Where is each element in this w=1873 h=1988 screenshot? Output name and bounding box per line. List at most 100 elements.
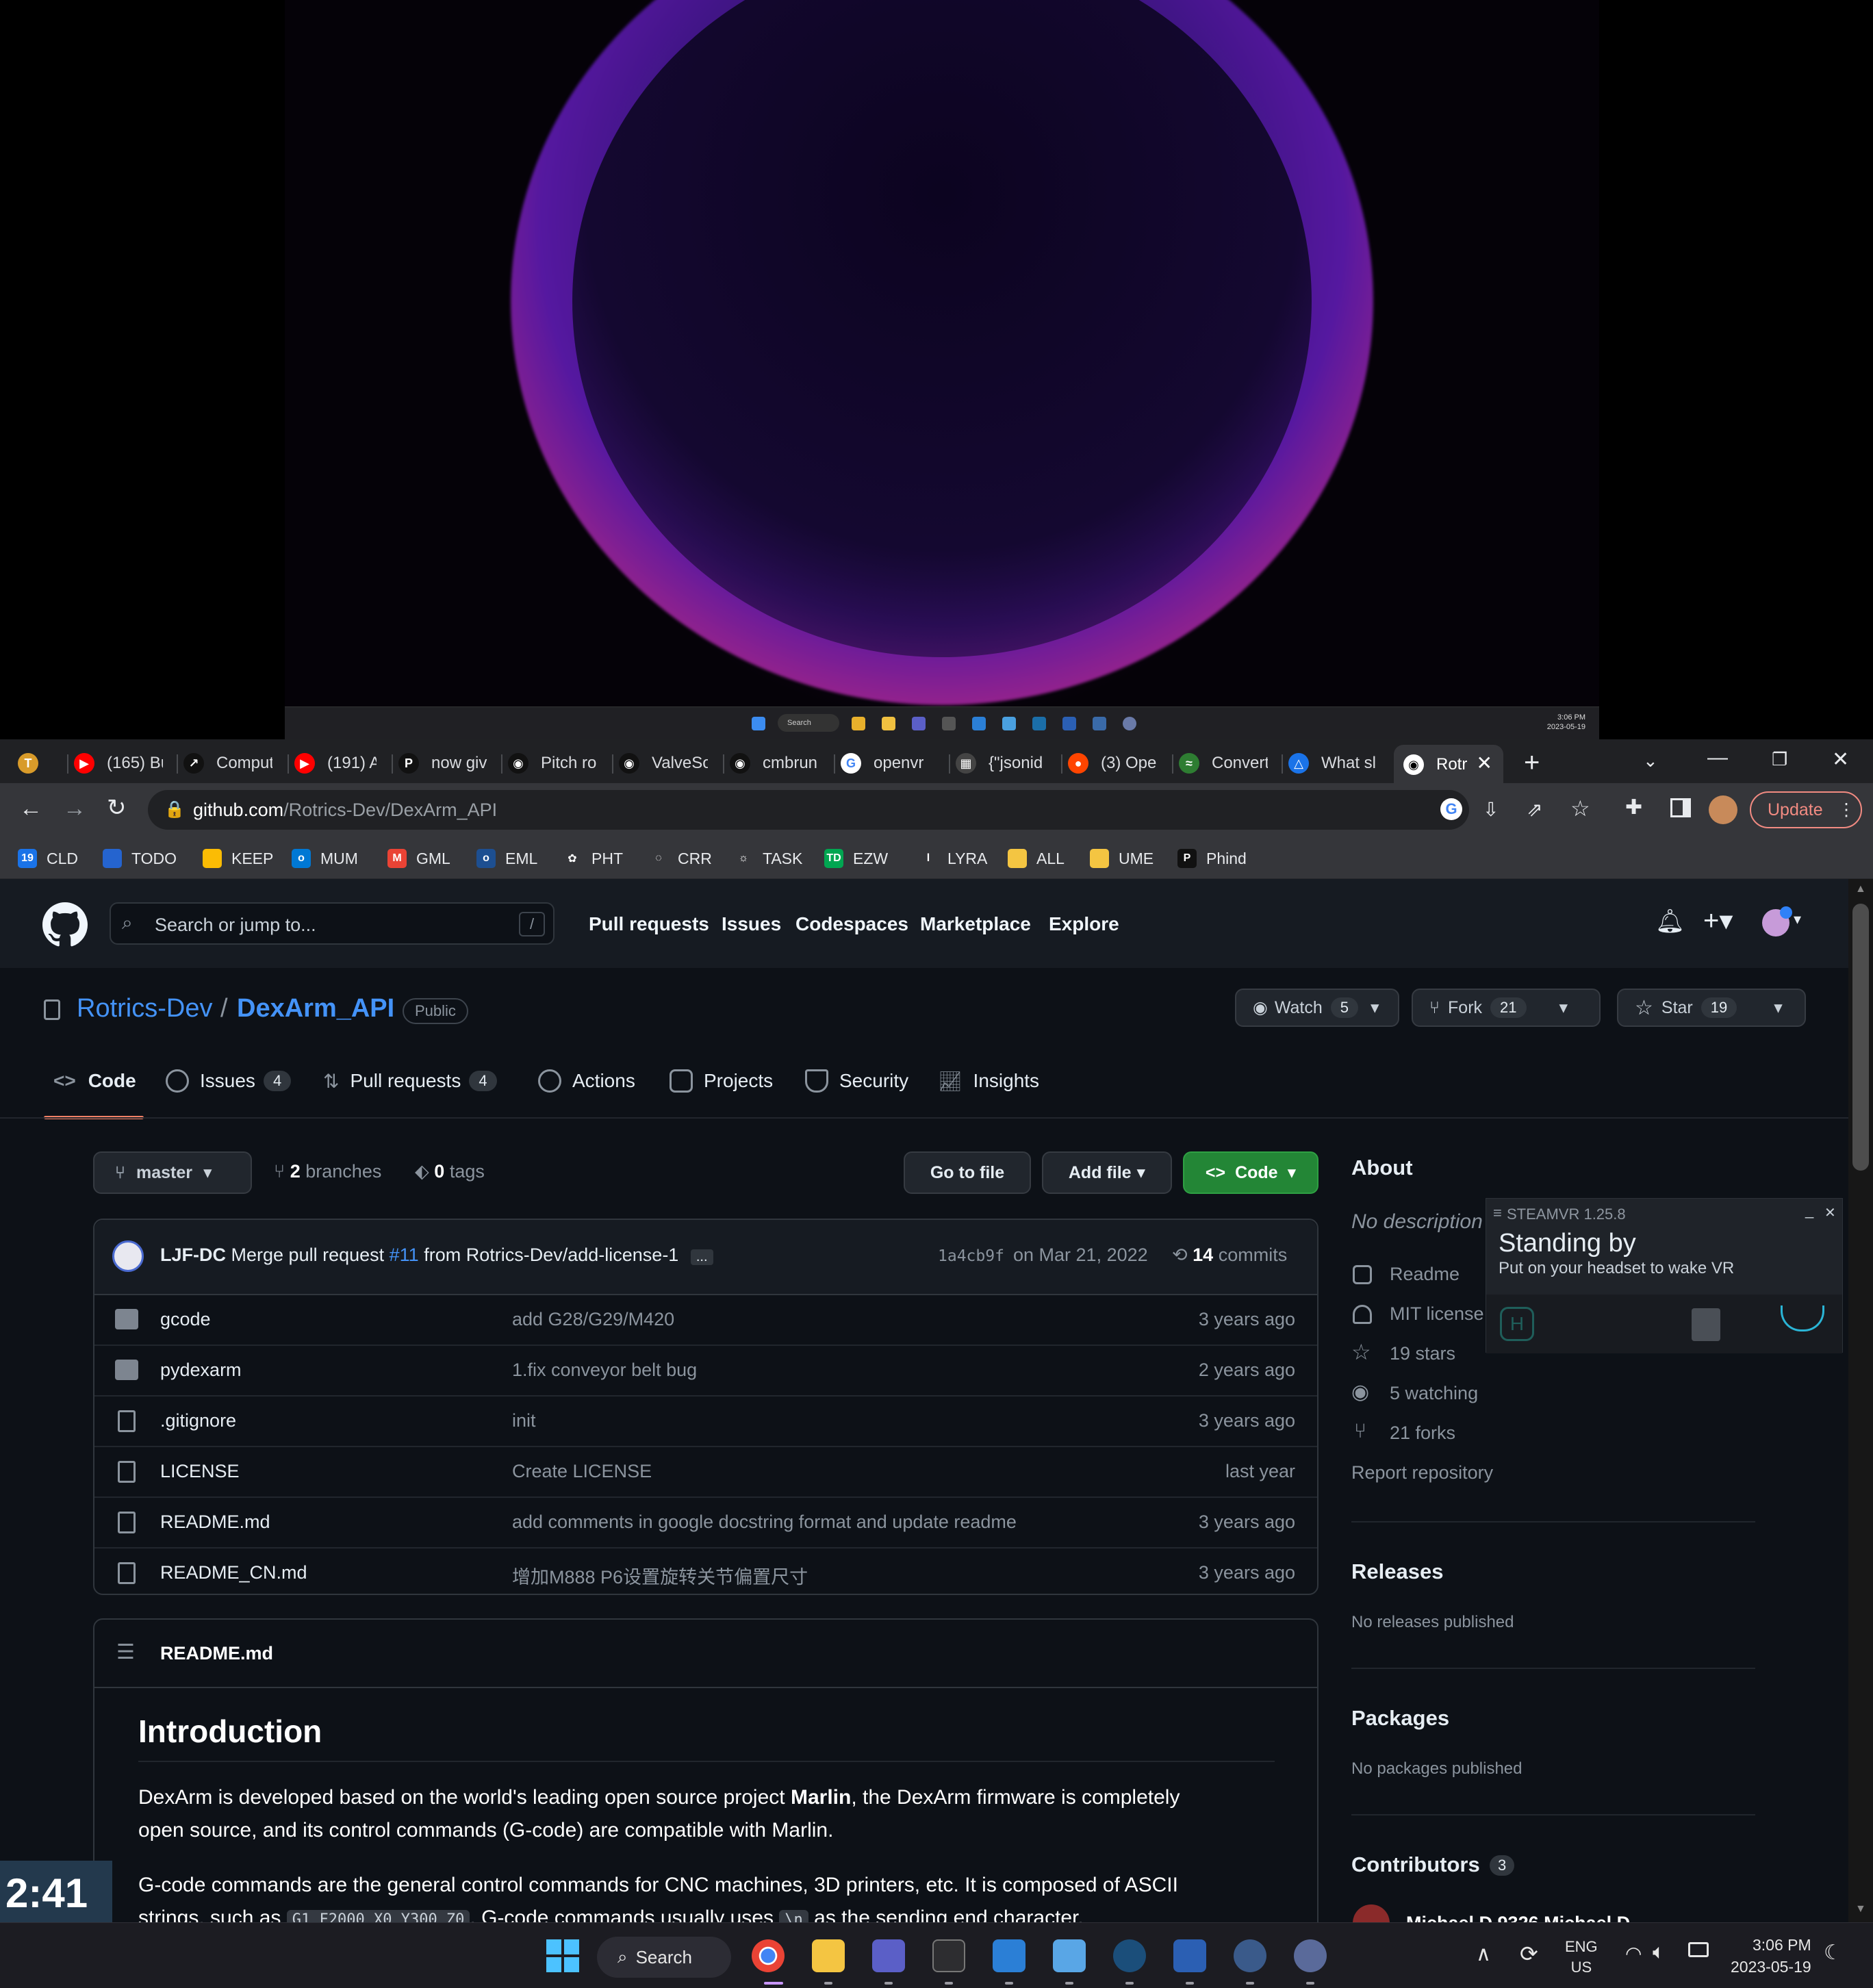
sync-icon[interactable]: ⟳ (1520, 1941, 1538, 1967)
tab-pull-requests[interactable]: ⇅ Pull requests 4 (323, 1065, 497, 1097)
share-icon[interactable]: ⇗ (1527, 798, 1542, 821)
tab-issues[interactable]: Issues 4 (166, 1065, 292, 1097)
file-name[interactable]: .gitignore (160, 1410, 236, 1431)
about-stars-link[interactable]: 19 stars (1390, 1343, 1455, 1364)
address-bar[interactable]: 🔒 github.com/Rotrics-Dev/DexArm_API G (148, 790, 1469, 830)
browser-tab[interactable]: Pnow giv (398, 746, 487, 780)
browser-tab[interactable]: ◉ ValveSo (619, 746, 708, 780)
tab-actions[interactable]: Actions (538, 1065, 635, 1097)
browser-tab[interactable]: ↗ Comput (183, 746, 272, 780)
file-commit-message[interactable]: init (512, 1410, 536, 1431)
tab-search-chevron-icon[interactable]: ⌄ (1643, 750, 1658, 772)
file-row[interactable]: .gitignore init 3 years ago (94, 1397, 1317, 1447)
restore-icon[interactable]: ❐ (1772, 749, 1787, 770)
star-button[interactable]: ☆ Star 19 ▾ (1617, 989, 1806, 1027)
commit-msg-post[interactable]: from Rotrics-Dev/add-license-1 (424, 1245, 678, 1265)
file-name[interactable]: pydexarm (160, 1360, 242, 1381)
create-new-plus-icon[interactable]: +▾ (1703, 905, 1733, 936)
file-name[interactable]: README_CN.md (160, 1562, 307, 1583)
settings-gear-icon[interactable] (1234, 1939, 1266, 1972)
battery-icon[interactable] (1688, 1942, 1709, 1957)
tags-link[interactable]: ⬖ 0 tags (415, 1161, 485, 1182)
browser-tab[interactable]: ● (3) Ope (1068, 746, 1157, 780)
language-indicator[interactable]: ENG US (1565, 1937, 1598, 1978)
commit-author-avatar[interactable] (112, 1240, 144, 1272)
file-row[interactable]: LICENSE Create LICENSE last year (94, 1447, 1317, 1498)
file-commit-message[interactable]: add G28/G29/M420 (512, 1309, 674, 1330)
steamvr-status-window[interactable]: ≡ STEAMVR 1.25.8 _ ✕ Standing by Put on … (1486, 1198, 1843, 1353)
bookmark-item[interactable]: KEEP (203, 845, 273, 872)
back-arrow-icon[interactable]: ← (19, 795, 42, 822)
bookmark-item[interactable]: M GML (387, 845, 450, 872)
browser-tab[interactable]: T (18, 746, 52, 780)
outline-list-icon[interactable]: ☰ (116, 1640, 135, 1664)
install-app-icon[interactable]: ⇩ (1483, 798, 1499, 821)
tab-code[interactable]: <> Code (53, 1065, 136, 1097)
bookmark-item[interactable]: TODO (103, 845, 177, 872)
scroll-up-icon[interactable]: ▲ (1855, 883, 1866, 895)
volume-icon[interactable]: 🔈︎ (1653, 1941, 1665, 1964)
notepad-icon[interactable] (1053, 1939, 1086, 1972)
google-lens-icon[interactable]: G (1440, 798, 1462, 820)
bookmark-item[interactable]: 19 CLD (18, 845, 78, 872)
contributor-avatar[interactable] (1353, 1904, 1390, 1922)
readme-filename[interactable]: README.md (160, 1643, 273, 1664)
bookmark-item[interactable]: ✿ PHT (563, 845, 623, 872)
bookmark-item[interactable]: P Phind (1177, 845, 1247, 872)
browser-tab[interactable]: ◉ Pitch ro (508, 746, 597, 780)
minimize-icon[interactable]: — (1707, 746, 1728, 769)
steamvr-close-icon[interactable]: ✕ (1824, 1204, 1836, 1221)
packages-title[interactable]: Packages (1351, 1706, 1449, 1731)
notifications-bell-icon[interactable]: 🔔︎ (1655, 908, 1685, 935)
browser-tab[interactable]: ≈ Convert (1179, 746, 1268, 780)
commits-link[interactable]: ⟲ 14 commits (1172, 1245, 1287, 1266)
commit-author[interactable]: LJF-DC (160, 1245, 226, 1265)
vscode-icon[interactable] (993, 1939, 1025, 1972)
taskbar-search[interactable]: ⌕ Search (597, 1937, 731, 1978)
bookmark-star-icon[interactable]: ☆ (1570, 795, 1590, 821)
browser-tab[interactable]: △ What sl (1288, 746, 1377, 780)
tab-active[interactable]: ◉ Rotr ✕ (1394, 745, 1503, 783)
nav-pull-requests[interactable]: Pull requests (589, 913, 709, 935)
star-chevron-icon[interactable]: ▾ (1774, 997, 1783, 1018)
branch-select-button[interactable]: ⑂ master ▾ (93, 1151, 252, 1194)
bookmark-item[interactable]: TD EZW (824, 845, 888, 872)
browser-tab[interactable]: ▶ (165) Bu (74, 746, 163, 780)
file-explorer-icon[interactable] (812, 1939, 845, 1972)
browser-tab[interactable]: ▦ {"jsonid (956, 746, 1045, 780)
scroll-down-icon[interactable]: ▼ (1855, 1903, 1866, 1915)
tab-projects[interactable]: Projects (670, 1065, 773, 1097)
avatar-chevron-icon[interactable]: ▾ (1794, 910, 1801, 928)
contributor-name[interactable]: Michael D 9326 Michael D (1406, 1913, 1630, 1922)
commit-msg-pre[interactable]: Merge pull request (231, 1245, 385, 1265)
steamvr-minimize-icon[interactable]: _ (1805, 1201, 1813, 1219)
fork-chevron-icon[interactable]: ▾ (1559, 997, 1568, 1018)
tab-security[interactable]: Security (805, 1065, 908, 1097)
url-text[interactable]: github.com/Rotrics-Dev/DexArm_API (193, 800, 497, 821)
nav-codespaces[interactable]: Codespaces (795, 913, 908, 935)
steam-icon[interactable] (1113, 1939, 1146, 1972)
nav-explore[interactable]: Explore (1049, 913, 1119, 935)
watch-chevron-icon[interactable]: ▾ (1371, 997, 1379, 1018)
go-to-file-button[interactable]: Go to file (904, 1151, 1031, 1194)
file-name[interactable]: gcode (160, 1309, 211, 1330)
file-commit-message[interactable]: Create LICENSE (512, 1461, 652, 1482)
file-row[interactable]: pydexarm 1.fix conveyor belt bug 2 years a… (94, 1346, 1317, 1397)
forward-arrow-icon[interactable]: → (63, 795, 86, 822)
branches-link[interactable]: ⑂ 2 branches (274, 1161, 381, 1182)
teams-icon[interactable] (872, 1939, 905, 1972)
terminal-icon[interactable] (932, 1939, 965, 1972)
code-button[interactable]: <> Code ▾ (1183, 1151, 1318, 1194)
bookmark-item[interactable]: l LYRA (919, 845, 987, 872)
new-tab-icon[interactable]: + (1524, 748, 1540, 778)
steamvr-menu-icon[interactable]: ≡ (1493, 1204, 1502, 1222)
browser-tab[interactable]: ▶ (191) Al (294, 746, 377, 780)
nav-marketplace[interactable]: Marketplace (920, 913, 1031, 935)
repo-owner-link[interactable]: Rotrics-Dev (77, 994, 212, 1023)
side-panel-icon[interactable] (1670, 798, 1691, 817)
page-scrollbar[interactable]: ▲ ▼ (1848, 879, 1873, 1922)
contributors-title[interactable]: Contributors (1351, 1852, 1480, 1877)
steamvr-app-icon[interactable] (1294, 1939, 1327, 1972)
window-close-icon[interactable]: ✕ (1832, 748, 1849, 772)
bookmark-item[interactable]: UME (1090, 845, 1154, 872)
